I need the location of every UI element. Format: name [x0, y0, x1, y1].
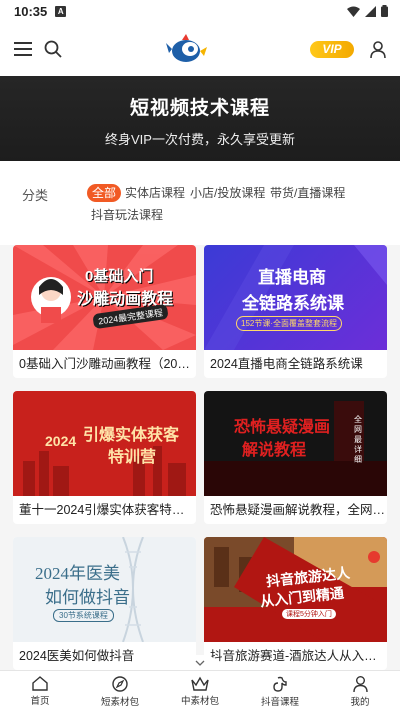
thumb-text-line-1: 2024: [45, 433, 77, 449]
course-title: 董十一2024引爆实体获客特训营: [19, 503, 196, 517]
course-card[interactable]: 0基础入门 沙雕动画教程 2024最完整课程 0基础入门沙雕动画教程（2024.…: [13, 245, 196, 378]
crown-icon: [191, 676, 209, 691]
thumb-text-line-1: 2024年医美: [35, 564, 120, 583]
nav-item-douyin-courses[interactable]: 抖音课程: [240, 671, 320, 712]
course-card[interactable]: 恐怖悬疑漫画 解说教程 全网最详细 恐怖悬疑漫画解说教程，全网最...: [204, 391, 387, 524]
course-title: 2024医美如何做抖音: [19, 649, 135, 663]
banner-title: 短视频技术课程: [129, 98, 270, 119]
notification-a-icon: A: [55, 5, 67, 17]
course-thumbnail: 恐怖悬疑漫画 解说教程 全网最详细: [204, 391, 387, 496]
thumb-text-line-1: 0基础入门: [85, 268, 154, 285]
bottom-nav: 首页 短素材包 中素材包 抖音课程 我的: [0, 670, 400, 712]
course-title: 0基础入门沙雕动画教程（2024...: [19, 357, 196, 371]
thumb-text-line-1: 直播电商: [258, 268, 326, 287]
course-thumbnail: 直播电商 全链路系统课 152节课·全面覆盖整套流程: [204, 245, 387, 350]
search-icon[interactable]: [44, 40, 62, 58]
chevron-down-icon: [195, 660, 205, 666]
thumb-text-line-3: 课程5分钟入门: [282, 609, 336, 619]
course-banner: 短视频技术课程 终身VIP一次付费，永久享受更新: [0, 76, 400, 161]
course-card[interactable]: 2024 引爆实体获客 特训营 董十一2024引爆实体获客特训营: [13, 391, 196, 524]
thumb-text-line-2: 全链路系统课: [242, 294, 344, 313]
category-chip-all[interactable]: 全部: [87, 184, 122, 202]
vip-badge[interactable]: VIP: [310, 40, 354, 58]
nav-item-short-assets[interactable]: 短素材包: [80, 671, 160, 712]
app-logo[interactable]: [164, 31, 208, 67]
course-thumbnail: 2024年医美 如何做抖音 30节系统课程: [13, 537, 196, 642]
course-thumbnail: 2024 引爆实体获客 特训营: [13, 391, 196, 496]
tiktok-icon: [273, 676, 287, 692]
course-title: 2024直播电商全链路系统课: [210, 357, 363, 371]
course-card[interactable]: 2024年医美 如何做抖音 30节系统课程 2024医美如何做抖音: [13, 537, 196, 670]
nav-item-home[interactable]: 首页: [0, 671, 80, 712]
user-icon: [352, 675, 368, 692]
category-filter: 分类 全部 实体店课程 小店/投放课程 带货/直播课程 抖音玩法课程: [0, 161, 400, 247]
wifi-icon: [347, 6, 360, 17]
logo-mascot-icon: [166, 34, 207, 62]
thumb-text-line-3: 152节课·全面覆盖整套流程: [236, 316, 343, 331]
status-bar: 10:35 A: [0, 0, 400, 22]
category-chip-shop-ads[interactable]: 小店/投放课程: [190, 184, 265, 202]
course-card[interactable]: 抖音旅游达人 从入门到精通 课程5分钟入门 抖音旅游赛道-酒旅达人从入门...: [204, 537, 387, 670]
nav-item-profile[interactable]: 我的: [320, 671, 400, 712]
course-card[interactable]: 直播电商 全链路系统课 152节课·全面覆盖整套流程 2024直播电商全链路系统…: [204, 245, 387, 378]
banner-subtitle: 终身VIP一次付费，永久享受更新: [105, 132, 295, 147]
course-grid: 0基础入门 沙雕动画教程 2024最完整课程 0基础入门沙雕动画教程（2024.…: [0, 245, 400, 670]
thumb-text-line-1: 恐怖悬疑漫画: [234, 419, 331, 436]
battery-icon: [381, 5, 388, 17]
course-thumbnail: 抖音旅游达人 从入门到精通 课程5分钟入门: [204, 537, 387, 642]
course-thumbnail: 0基础入门 沙雕动画教程 2024最完整课程: [13, 245, 196, 350]
app-header: VIP: [0, 22, 400, 76]
nav-label: 首页: [30, 696, 50, 707]
nav-label: 中素材包: [180, 696, 219, 707]
category-chip-live-selling[interactable]: 带货/直播课程: [270, 184, 345, 202]
course-title: 抖音旅游赛道-酒旅达人从入门...: [210, 649, 387, 663]
nav-item-mid-assets[interactable]: 中素材包: [160, 671, 240, 712]
thumb-text-line-3: 30节系统课程: [53, 609, 114, 622]
signal-icon: [365, 5, 376, 17]
thumb-text-line-3: 全网最详细: [354, 415, 362, 464]
app-screen: 10:35 A VIP 短视频技术课程 终身VIP一次付费，永久享受更新 分类 …: [0, 0, 400, 712]
category-chip-store[interactable]: 实体店课程: [125, 184, 185, 202]
collapse-toggle[interactable]: [185, 655, 215, 670]
thumb-text-line-2: 如何做抖音: [45, 588, 130, 607]
nav-label: 短素材包: [100, 696, 139, 708]
compass-icon: [112, 675, 128, 692]
category-chip-douyin[interactable]: 抖音玩法课程: [91, 206, 163, 224]
user-icon[interactable]: [370, 40, 386, 58]
menu-icon[interactable]: [14, 42, 32, 56]
thumb-text-line-3: 特训营: [108, 449, 157, 466]
status-time: 10:35: [14, 3, 48, 19]
nav-label: 抖音课程: [260, 696, 299, 708]
home-icon: [32, 676, 48, 691]
category-label: 分类: [22, 188, 49, 203]
thumb-text-line-2: 引爆实体获客: [83, 427, 180, 444]
thumb-text-line-2: 解说教程: [242, 442, 307, 459]
course-title: 恐怖悬疑漫画解说教程，全网最...: [210, 503, 387, 517]
nav-label: 我的: [350, 696, 370, 708]
